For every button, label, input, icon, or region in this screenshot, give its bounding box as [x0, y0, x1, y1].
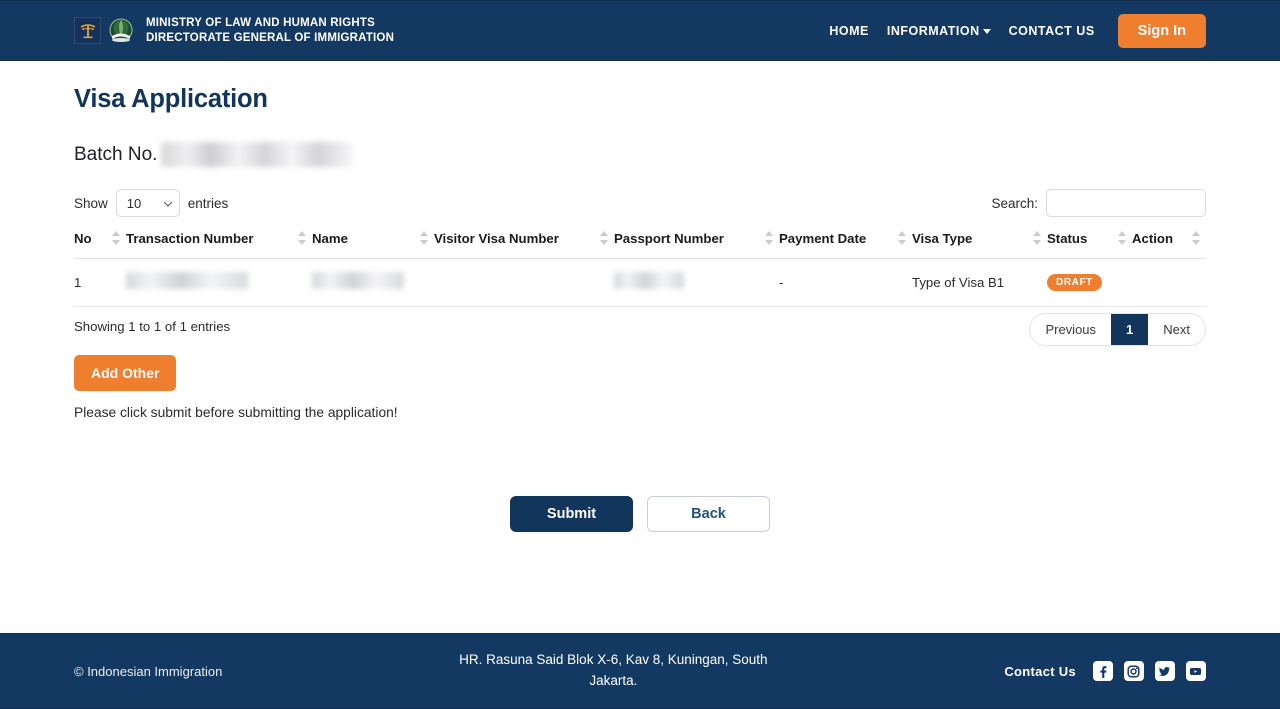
- main-content: Visa Application Batch No. Show 10 25 50…: [0, 61, 1280, 633]
- footer-social-group: Contact Us: [1004, 661, 1206, 681]
- chevron-down-icon: [982, 29, 991, 34]
- cell-status: DRAFT: [1047, 258, 1132, 307]
- cell-name: [312, 258, 434, 307]
- youtube-icon[interactable]: [1185, 661, 1206, 681]
- search-control: Search:: [991, 189, 1206, 217]
- page-title: Visa Application: [74, 85, 268, 113]
- column-header-status[interactable]: Status: [1047, 231, 1132, 259]
- cell-action: [1132, 258, 1206, 307]
- table-head: No Transaction Number Name Visitor Visa …: [74, 231, 1206, 259]
- brand-line-2: DIRECTORATE GENERAL OF IMMIGRATION: [146, 31, 395, 44]
- ministry-law-emblem-icon: [74, 17, 101, 44]
- entries-per-page-select[interactable]: 10 25 50 100: [115, 189, 180, 217]
- sort-icon: [765, 231, 773, 245]
- table-controls: Show 10 25 50 100 entries Search:: [74, 189, 1206, 217]
- back-button[interactable]: Back: [647, 496, 770, 532]
- nav-item-information[interactable]: INFORMATION: [878, 24, 1000, 38]
- action-buttons: Submit Back: [74, 496, 1206, 532]
- brand[interactable]: MINISTRY OF LAW AND HUMAN RIGHTS DIRECTO…: [74, 16, 394, 45]
- show-entries-control: Show 10 25 50 100 entries: [74, 189, 228, 217]
- immigration-emblem-icon: [106, 17, 136, 45]
- facebook-icon[interactable]: [1092, 661, 1113, 681]
- table-footer: Showing 1 to 1 of 1 entries Previous 1 N…: [74, 313, 1206, 346]
- table-header-row: No Transaction Number Name Visitor Visa …: [74, 231, 1206, 259]
- submit-button[interactable]: Submit: [510, 496, 633, 532]
- column-header-visitor-visa-number[interactable]: Visitor Visa Number: [434, 231, 614, 259]
- redacted-value: [312, 272, 404, 289]
- footer-contact-us-link[interactable]: Contact Us: [1004, 664, 1076, 679]
- column-header-action[interactable]: Action: [1132, 231, 1206, 259]
- submit-note-text: Please click submit before submitting th…: [74, 405, 398, 420]
- entries-select-wrap: 10 25 50 100: [115, 189, 180, 217]
- status-badge: DRAFT: [1047, 274, 1102, 291]
- nav-item-home-label: HOME: [829, 23, 869, 38]
- nav-links: HOME INFORMATION CONTACT US: [820, 24, 1103, 38]
- add-other-button[interactable]: Add Other: [74, 355, 177, 391]
- batch-number-row: Batch No.: [74, 142, 1206, 167]
- pagination: Previous 1 Next: [1029, 313, 1206, 346]
- showing-entries-text: Showing 1 to 1 of 1 entries: [74, 319, 231, 334]
- nav-item-information-label: INFORMATION: [886, 23, 980, 38]
- column-header-visa-type[interactable]: Visa Type: [912, 231, 1047, 259]
- footer-address: HR. Rasuna Said Blok X-6, Kav 8, Kuninga…: [459, 652, 768, 688]
- site-header: MINISTRY OF LAW AND HUMAN RIGHTS DIRECTO…: [0, 0, 1280, 61]
- nav-item-home[interactable]: HOME: [820, 24, 878, 38]
- nav-item-contact-us[interactable]: CONTACT US: [1000, 24, 1104, 38]
- search-input[interactable]: [1046, 189, 1206, 217]
- brand-line-1: MINISTRY OF LAW AND HUMAN RIGHTS: [146, 17, 375, 30]
- twitter-icon[interactable]: [1154, 661, 1175, 681]
- pagination-previous-button[interactable]: Previous: [1030, 314, 1112, 345]
- logo-group: [74, 17, 136, 45]
- cell-visa-type: Type of Visa B1: [912, 258, 1047, 307]
- pagination-page-1-button[interactable]: 1: [1111, 314, 1149, 345]
- table-row: 1 - Type of Visa B1 DRAFT: [74, 258, 1206, 307]
- cell-payment-date: -: [779, 258, 912, 307]
- search-label: Search:: [991, 195, 1038, 211]
- page-root: MINISTRY OF LAW AND HUMAN RIGHTS DIRECTO…: [0, 0, 1280, 709]
- sort-icon: [1192, 231, 1200, 245]
- nav-item-contact-us-label: CONTACT US: [1008, 23, 1095, 38]
- column-header-name[interactable]: Name: [312, 231, 434, 259]
- redacted-value: [614, 272, 684, 289]
- sort-icon: [1118, 231, 1126, 245]
- batch-number-label: Batch No.: [74, 143, 158, 165]
- sort-icon: [112, 231, 120, 245]
- cell-passport-number: [614, 258, 779, 307]
- site-footer: © Indonesian Immigration HR. Rasuna Said…: [0, 633, 1280, 709]
- column-header-transaction-number[interactable]: Transaction Number: [126, 231, 312, 259]
- instagram-icon[interactable]: [1123, 661, 1144, 681]
- entries-label: entries: [187, 195, 229, 211]
- header-nav: HOME INFORMATION CONTACT US Sign In: [820, 13, 1206, 48]
- sort-icon: [600, 231, 608, 245]
- sort-icon: [420, 231, 428, 245]
- footer-copyright: © Indonesian Immigration: [74, 663, 223, 679]
- brand-text: MINISTRY OF LAW AND HUMAN RIGHTS DIRECTO…: [146, 16, 394, 45]
- table-body: 1 - Type of Visa B1 DRAFT: [74, 258, 1206, 307]
- cell-transaction-number: [126, 258, 312, 307]
- sort-icon: [898, 231, 906, 245]
- sort-icon: [298, 231, 306, 245]
- applications-table: No Transaction Number Name Visitor Visa …: [74, 231, 1206, 307]
- show-label: Show: [74, 195, 108, 211]
- cell-visitor-visa-number: [434, 258, 614, 307]
- cell-no: 1: [74, 258, 126, 307]
- column-header-no[interactable]: No: [74, 231, 126, 259]
- pagination-next-button[interactable]: Next: [1148, 314, 1205, 345]
- column-header-payment-date[interactable]: Payment Date: [779, 231, 912, 259]
- sort-icon: [1033, 231, 1041, 245]
- sign-in-button[interactable]: Sign In: [1117, 13, 1206, 48]
- column-header-passport-number[interactable]: Passport Number: [614, 231, 779, 259]
- redacted-value: [126, 272, 248, 289]
- batch-number-value-redacted: [161, 142, 354, 167]
